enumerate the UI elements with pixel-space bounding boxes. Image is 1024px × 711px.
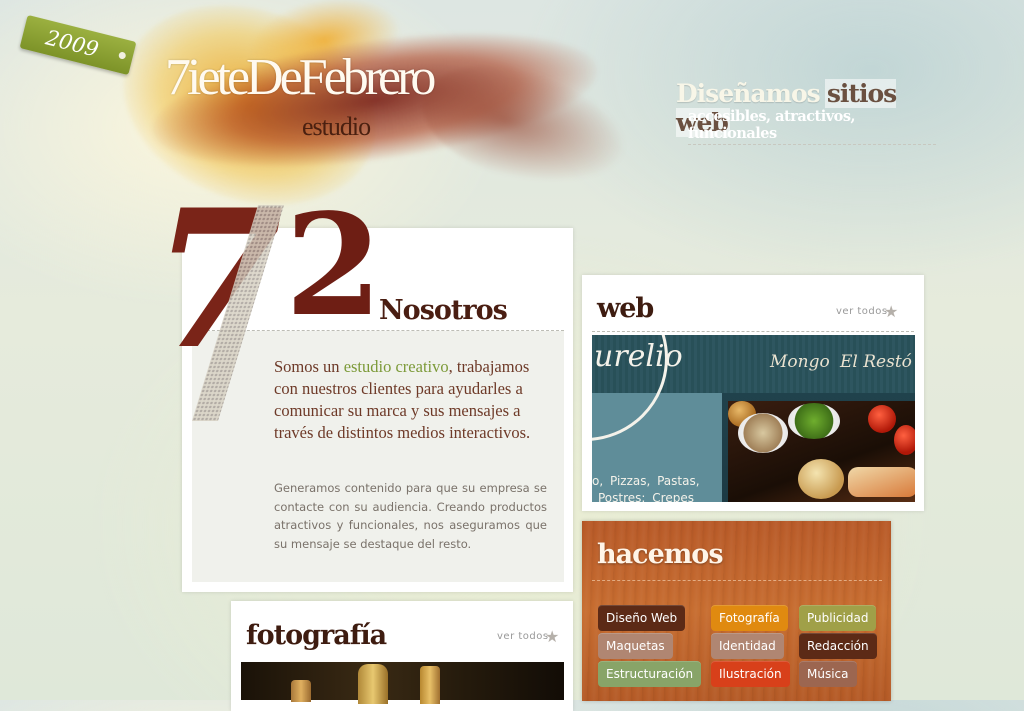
numeral-two: 2: [285, 184, 382, 348]
logo-title: 7ieteDeFebrero: [165, 49, 436, 106]
screenshot-menu-text: Postres; Crepes: [598, 491, 694, 502]
fotografia-preview-image[interactable]: [241, 662, 564, 700]
service-tag-estructuracion[interactable]: Estructuración: [598, 661, 702, 687]
star-icon[interactable]: ★: [545, 627, 559, 646]
nosotros-lead: Somos un estudio creativo, trabajamos co…: [274, 356, 556, 444]
screenshot-nav-item: Mongo: [770, 352, 830, 372]
web-divider: [592, 331, 914, 332]
web-project-screenshot[interactable]: urelio Mongo El Restó o, Pizzas, Pastas,…: [592, 335, 915, 502]
fotografia-see-all-link[interactable]: ver todos: [497, 631, 549, 642]
year-tag: 2009: [19, 14, 137, 76]
service-tag-maquetas[interactable]: Maquetas: [598, 633, 673, 659]
service-tag-identidad[interactable]: Identidad: [711, 633, 784, 659]
screenshot-menu-text: o, Pizzas, Pastas,: [592, 474, 700, 488]
star-icon[interactable]: ★: [884, 302, 898, 321]
year-tag-text: 2009: [43, 25, 102, 62]
web-title: web: [597, 293, 654, 324]
screenshot-nav-item: El Restó: [840, 352, 912, 372]
bottle-image: [358, 664, 388, 704]
hacemos-title: hacemos: [597, 539, 724, 570]
bottle-image: [291, 680, 311, 702]
bottle-image: [420, 666, 440, 704]
tag-hole-icon: [118, 51, 127, 60]
nosotros-title: Nosotros: [379, 295, 508, 326]
tagline-sub: accesibles, atractivos, funcionales: [688, 108, 936, 145]
service-tag-ilustracion[interactable]: Ilustración: [711, 661, 790, 687]
service-tag-publicidad[interactable]: Publicidad: [799, 605, 877, 631]
service-tag-fotografia[interactable]: Fotografía: [711, 605, 788, 631]
fotografia-title: fotografía: [246, 620, 387, 651]
logo-subtitle: estudio: [302, 112, 371, 141]
nosotros-body: Generamos contenido para que su empresa …: [274, 481, 547, 551]
estudio-creativo-link[interactable]: estudio creativo: [344, 357, 449, 376]
tagline-part1: Diseñamos: [676, 79, 821, 108]
service-tag-diseno-web[interactable]: Diseño Web: [598, 605, 686, 631]
service-tag-redaccion[interactable]: Redacción: [799, 633, 877, 659]
tagline: Diseñamos sitios web accesibles, atracti…: [676, 79, 936, 145]
screenshot-logo-text: urelio: [594, 339, 683, 374]
lead-text-before: Somos un: [274, 357, 344, 376]
web-see-all-link[interactable]: ver todos: [836, 306, 888, 317]
service-tag-musica[interactable]: Música: [799, 661, 857, 687]
screenshot-food-photo: [728, 401, 915, 502]
hacemos-divider: [592, 580, 882, 581]
